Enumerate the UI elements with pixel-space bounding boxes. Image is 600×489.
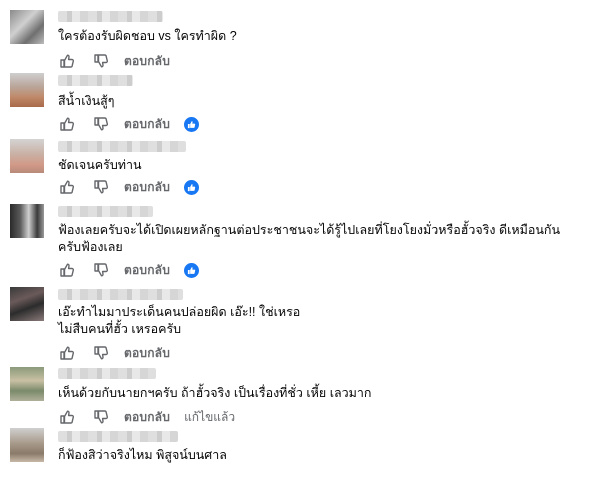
reply-button[interactable]: ตอบกลับ <box>124 408 170 427</box>
thumbs-down-icon[interactable] <box>92 261 110 279</box>
author-name-blurred[interactable] <box>58 141 186 152</box>
thumbs-up-icon[interactable] <box>58 178 76 196</box>
avatar[interactable] <box>10 204 44 238</box>
thumbs-up-icon[interactable] <box>58 408 76 426</box>
comment-actions: ตอบกลับ แก้ไขแล้ว <box>58 408 235 426</box>
avatar[interactable] <box>10 287 44 321</box>
reply-button[interactable]: ตอบกลับ <box>124 178 170 197</box>
comment-text: สีน้ำเงินสู้ๆ <box>58 94 115 108</box>
thumbs-up-icon[interactable] <box>58 115 76 133</box>
thumbs-down-icon[interactable] <box>92 115 110 133</box>
like-reaction-icon[interactable] <box>184 262 200 278</box>
comment-text: ก็ฟ้องสิว่าจริงไหม พิสูจน์บนศาล <box>58 448 227 462</box>
comment-text: เอ๊ะทำไมมาประเด็นคนปล่อยผิด เอ๊ะ!! ใช่เห… <box>58 305 301 336</box>
reply-button[interactable]: ตอบกลับ <box>124 115 170 134</box>
avatar[interactable] <box>10 428 44 462</box>
comment-text: ฟ้องเลยครับจะได้เปิดเผยหลักฐานต่อประชาชน… <box>58 223 561 254</box>
avatar[interactable] <box>10 367 44 401</box>
author-name-blurred[interactable] <box>58 368 156 379</box>
comment-actions: ตอบกลับ <box>58 261 200 280</box>
comment-actions: ตอบกลับ <box>58 52 170 70</box>
thumbs-up-icon[interactable] <box>58 344 76 362</box>
reply-button[interactable]: ตอบกลับ <box>124 261 170 280</box>
thumbs-down-icon[interactable] <box>92 178 110 196</box>
comment-actions: ตอบกลับ <box>58 344 170 362</box>
thumbs-down-icon[interactable] <box>92 52 110 70</box>
like-reaction-icon[interactable] <box>184 116 200 132</box>
thumbs-down-icon[interactable] <box>92 344 110 362</box>
reply-button[interactable]: ตอบกลับ <box>124 344 170 363</box>
author-name-blurred[interactable] <box>58 289 183 300</box>
avatar[interactable] <box>10 10 44 44</box>
author-name-blurred[interactable] <box>58 75 133 86</box>
comment-actions: ตอบกลับ <box>58 178 200 197</box>
author-name-blurred[interactable] <box>58 11 163 22</box>
thumbs-down-icon[interactable] <box>92 408 110 426</box>
comment-text: ชัดเจนครับท่าน <box>58 158 142 172</box>
avatar[interactable] <box>10 73 44 107</box>
edited-label: แก้ไขแล้ว <box>184 409 236 424</box>
avatar[interactable] <box>10 139 44 173</box>
like-reaction-icon[interactable] <box>184 179 200 195</box>
author-name-blurred[interactable] <box>58 206 153 217</box>
comment-text: ใครต้องรับผิดชอบ vs ใครทำผิด ? <box>58 29 237 43</box>
author-name-blurred[interactable] <box>58 431 178 442</box>
thumbs-up-icon[interactable] <box>58 261 76 279</box>
reply-button[interactable]: ตอบกลับ <box>124 52 170 71</box>
comment-actions: ตอบกลับ <box>58 115 200 134</box>
comment-text: เห็นด้วยกับนายกฯครับ ถ้าฮั้วจริง เป็นเรื… <box>58 386 372 400</box>
thumbs-up-icon[interactable] <box>58 52 76 70</box>
